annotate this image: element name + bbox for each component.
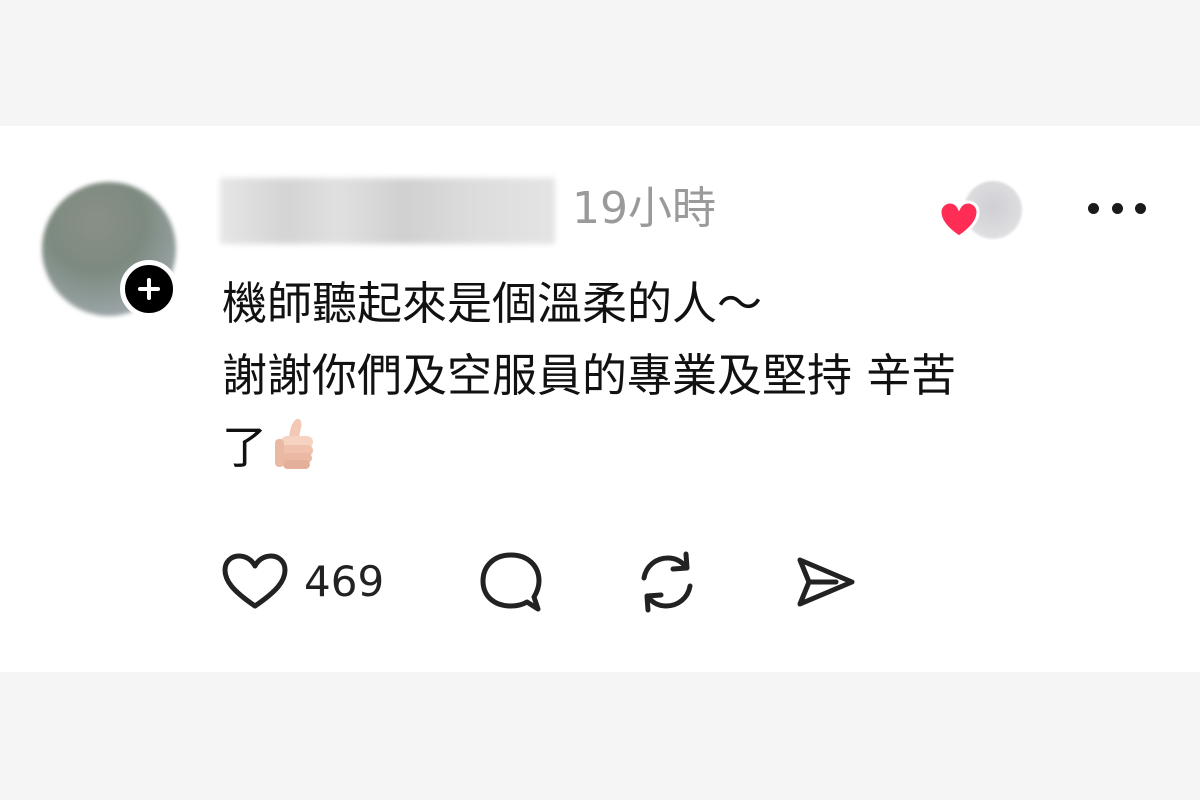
reply-button[interactable] — [478, 550, 544, 614]
comment-line: 謝謝你們及空服員的專業及堅持 辛苦 — [222, 349, 957, 402]
repost-icon — [641, 551, 693, 613]
comment-text: 機師聽起來是個溫柔的人～ 謝謝你們及空服員的專業及堅持 辛苦 了 — [222, 268, 1152, 484]
timestamp: 19小時 — [572, 183, 716, 234]
follow-button[interactable] — [120, 260, 178, 318]
comment-line-with-emoji: 了 — [222, 412, 1152, 484]
commenter-avatar-group[interactable] — [42, 182, 178, 318]
more-options-button[interactable] — [1082, 190, 1152, 226]
send-icon — [797, 557, 855, 607]
more-dot — [1111, 202, 1123, 214]
speech-bubble-icon — [480, 552, 542, 612]
share-button[interactable] — [792, 550, 858, 614]
liked-heart-icon — [938, 200, 980, 239]
like-count: 469 — [304, 557, 385, 606]
heart-outline-icon — [222, 553, 288, 609]
more-dot — [1088, 202, 1099, 214]
more-dot — [1135, 202, 1146, 214]
username-blurred[interactable] — [220, 178, 555, 244]
comment-line: 了 — [222, 421, 268, 474]
comment-line: 機師聽起來是個溫柔的人～ — [222, 277, 763, 330]
plus-icon — [138, 278, 160, 300]
repost-button[interactable] — [634, 550, 700, 614]
comment-card: 19小時 機師聽起來是個溫柔的人～ 謝謝你們及空服員的專業及堅持 辛苦 了 46… — [0, 126, 1200, 672]
thumbs-up-icon — [275, 418, 314, 469]
like-button[interactable]: 469 — [222, 550, 384, 614]
